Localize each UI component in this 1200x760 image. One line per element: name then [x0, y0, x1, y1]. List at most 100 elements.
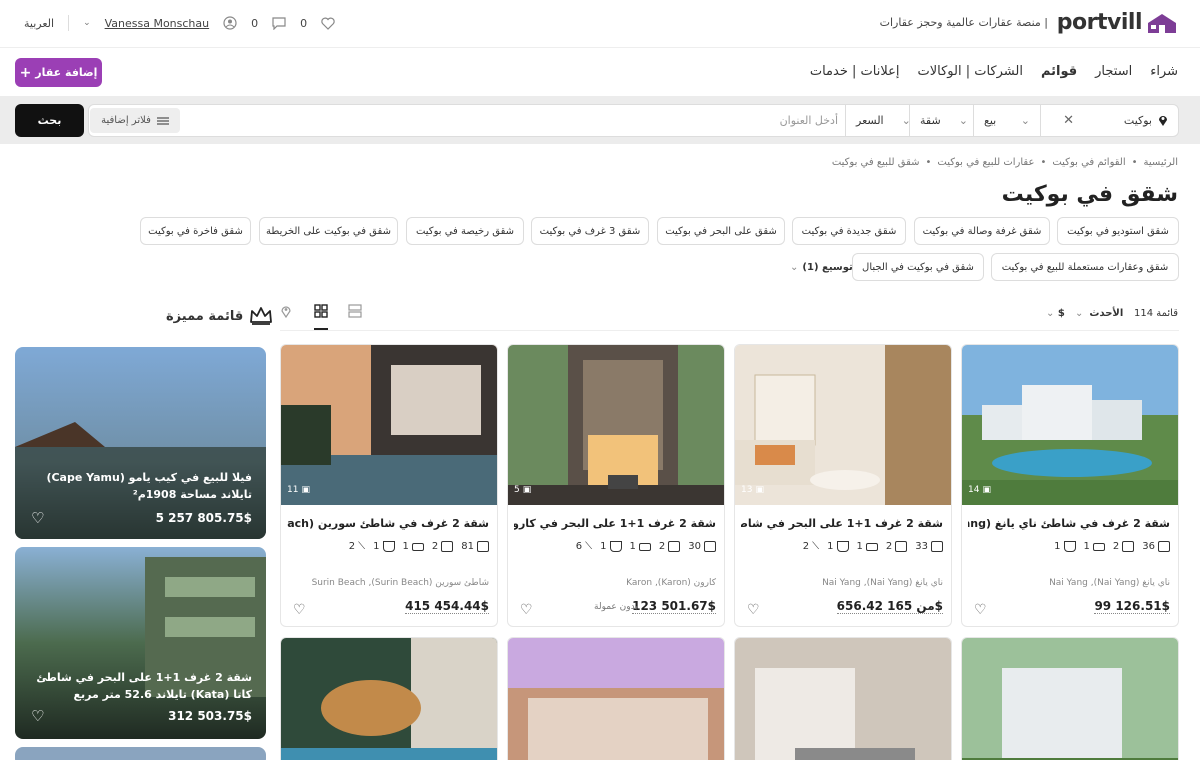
chip-new[interactable]: شقق جديدة في بوكيت	[792, 217, 906, 245]
featured-card[interactable]: فيلا للبيع في كيب يامو (Cape Yamu) تايلا…	[15, 347, 266, 539]
chip-map[interactable]: شقق في بوكيت على الخريطة	[259, 217, 398, 245]
currency-select[interactable]: ⌄ $	[1046, 308, 1065, 319]
favorites-count[interactable]: 0	[300, 17, 307, 30]
location-field[interactable]: بوكيت	[1040, 105, 1178, 136]
listing-card[interactable]: 13▣ شقة 2 غرف 1+1 على البحر في شاطئ ناي …	[734, 344, 952, 627]
chevron-down-icon[interactable]: ⌄	[83, 18, 91, 28]
bed-feature: 1	[630, 541, 651, 552]
chip-seafront[interactable]: شقق على البحر في بوكيت	[657, 217, 785, 245]
chip-studio[interactable]: شقق استوديو في بوكيت	[1057, 217, 1179, 245]
page-title: شقق في بوكيت	[1001, 182, 1178, 207]
nav-item-buy[interactable]: شراء	[1150, 64, 1178, 79]
chip-one-bedroom[interactable]: شقق غرفة وصالة في بوكيت	[914, 217, 1050, 245]
toolbar-divider	[280, 330, 1179, 331]
listing-location: كارون (Karon), Karon	[626, 578, 716, 588]
top-bar: portvill منصة عقارات عالمية وحجز عقارات …	[0, 0, 1200, 48]
rooms-icon	[1122, 541, 1135, 552]
rooms-value: 2	[431, 541, 439, 552]
filters-label: فلاتر إضافية	[101, 115, 151, 126]
listing-photo[interactable]	[281, 638, 498, 760]
listing-title[interactable]: شقة 2 غرف في شاطئ ناي يانغ (Nai Yang	[968, 517, 1170, 530]
listing-photo[interactable]	[962, 638, 1179, 760]
nav-item-listings[interactable]: قوائم	[1041, 64, 1077, 79]
grid-view-icon[interactable]	[314, 304, 328, 318]
list-view-icon[interactable]	[348, 304, 362, 318]
map-view-icon[interactable]	[280, 304, 292, 318]
clear-location-icon[interactable]: ✕	[1063, 113, 1074, 128]
nav-item-rent[interactable]: استجار	[1095, 64, 1132, 79]
featured-card[interactable]	[15, 747, 266, 760]
featured-title[interactable]: شقة 2 غرف 1+1 على البحر في شاطئ كاتا (Ka…	[22, 669, 252, 703]
messages-count[interactable]: 0	[251, 17, 258, 30]
area-icon	[1158, 541, 1170, 552]
chip-luxury[interactable]: شقق فاخرة في بوكيت	[140, 217, 251, 245]
featured-card[interactable]: شقة 2 غرف 1+1 على البحر في شاطئ كاتا (Ka…	[15, 547, 266, 739]
search-button[interactable]: بحث	[15, 104, 84, 137]
sort-select[interactable]: ⌄ الأحدث	[1075, 308, 1123, 319]
listing-title[interactable]: شقة 2 غرف 1+1 على البحر في كارون (Karon	[514, 517, 716, 530]
listing-photo[interactable]	[508, 638, 725, 760]
location-value: بوكيت	[1123, 114, 1152, 127]
bath-feature: 1	[827, 541, 849, 552]
nav-item-companies[interactable]: الشركات | الوكالات	[917, 64, 1022, 79]
listing-card[interactable]: 5▣ شقة 2 غرف 1+1 على البحر في كارون (Kar…	[507, 344, 725, 627]
listing-price: 99 126.51$	[1094, 599, 1170, 614]
listing-card[interactable]: 11▣ شقة 2 غرف في شاطئ سورين (Surin Beach…	[280, 344, 498, 627]
listing-photo[interactable]	[735, 345, 952, 505]
favorite-heart-icon[interactable]: ♡	[520, 602, 533, 618]
listing-card[interactable]	[961, 637, 1179, 760]
price-select[interactable]: السعر ⌄	[845, 105, 911, 136]
bed-feature: 1	[403, 541, 424, 552]
logo[interactable]: portvill	[1057, 10, 1178, 35]
listing-photo[interactable]	[508, 345, 725, 505]
breadcrumb-listings[interactable]: القوائم في بوكيت	[1052, 157, 1125, 168]
favorite-heart-icon[interactable]: ♡	[31, 509, 44, 527]
expand-chips-button[interactable]: ⌄ توسيع (1)	[790, 262, 853, 273]
chip-three-bedroom[interactable]: شقق 3 غرف في بوكيت	[531, 217, 649, 245]
photo-count: 13 ▣	[741, 485, 764, 495]
featured-title[interactable]: فيلا للبيع في كيب يامو (Cape Yamu) تايلا…	[22, 469, 252, 503]
listing-price: 415 454.44$	[405, 599, 489, 614]
chip-cheap[interactable]: شقق رخيصة في بوكيت	[406, 217, 524, 245]
listing-card[interactable]: 14▣ شقة 2 غرف في شاطئ ناي يانغ (Nai Yang…	[961, 344, 1179, 627]
favorite-heart-icon[interactable]: ♡	[747, 602, 760, 618]
heart-icon[interactable]	[321, 17, 335, 30]
house-logo-icon	[1148, 13, 1176, 33]
chip-resale[interactable]: شقق وعقارات مستعملة للبيع في بوكيت	[991, 253, 1179, 281]
listing-card[interactable]	[280, 637, 498, 760]
type-select[interactable]: بيع ⌄	[973, 105, 1040, 136]
address-input[interactable]: أدخل العنوان	[780, 114, 838, 127]
listing-title[interactable]: شقة 2 غرف في شاطئ سورين (Surin Beach	[287, 517, 489, 530]
listing-card[interactable]	[507, 637, 725, 760]
add-property-button[interactable]: + إضافة عقار	[15, 58, 102, 87]
user-name-link[interactable]: Vanessa Monschau	[105, 17, 210, 30]
sliders-icon	[156, 116, 169, 125]
stairs-value: 2	[348, 541, 356, 552]
breadcrumb-sale[interactable]: عقارات للبيع في بوكيت	[937, 157, 1034, 168]
bath-value: 1	[1054, 541, 1061, 552]
listing-photo[interactable]	[962, 345, 1179, 505]
stairs-feature: ⟋ 2	[803, 541, 819, 552]
breadcrumb: الرئيسية • القوائم في بوكيت • عقارات للبيع…	[832, 157, 1178, 168]
favorite-heart-icon[interactable]: ♡	[293, 602, 306, 618]
bath-feature: 1	[373, 541, 395, 552]
favorite-heart-icon[interactable]: ♡	[31, 707, 44, 725]
listing-photo[interactable]	[735, 638, 952, 760]
user-avatar-icon[interactable]	[223, 16, 237, 30]
breadcrumb-home[interactable]: الرئيسية	[1144, 157, 1178, 168]
more-filters-button[interactable]: فلاتر إضافية	[90, 108, 180, 133]
category-select[interactable]: شقة ⌄	[909, 105, 973, 136]
map-pin-icon	[1159, 116, 1167, 126]
listing-photo[interactable]	[281, 345, 498, 505]
listing-features: 30 2 1 1 ⟋ 6	[576, 541, 716, 552]
chip-mountains[interactable]: شقق في بوكيت في الجبال	[852, 253, 984, 281]
currency-value: $	[1057, 308, 1065, 319]
listing-card[interactable]	[734, 637, 952, 760]
language-selector[interactable]: العربية	[24, 17, 54, 30]
chat-icon[interactable]	[272, 16, 286, 30]
nav-item-services[interactable]: إعلانات | خدمات	[810, 64, 900, 79]
favorite-heart-icon[interactable]: ♡	[974, 602, 987, 618]
chevron-down-icon: ⌄	[958, 114, 968, 127]
listing-title[interactable]: شقة 2 غرف 1+1 على البحر في شاطئ ناي	[741, 517, 943, 530]
crown-icon	[250, 307, 273, 325]
